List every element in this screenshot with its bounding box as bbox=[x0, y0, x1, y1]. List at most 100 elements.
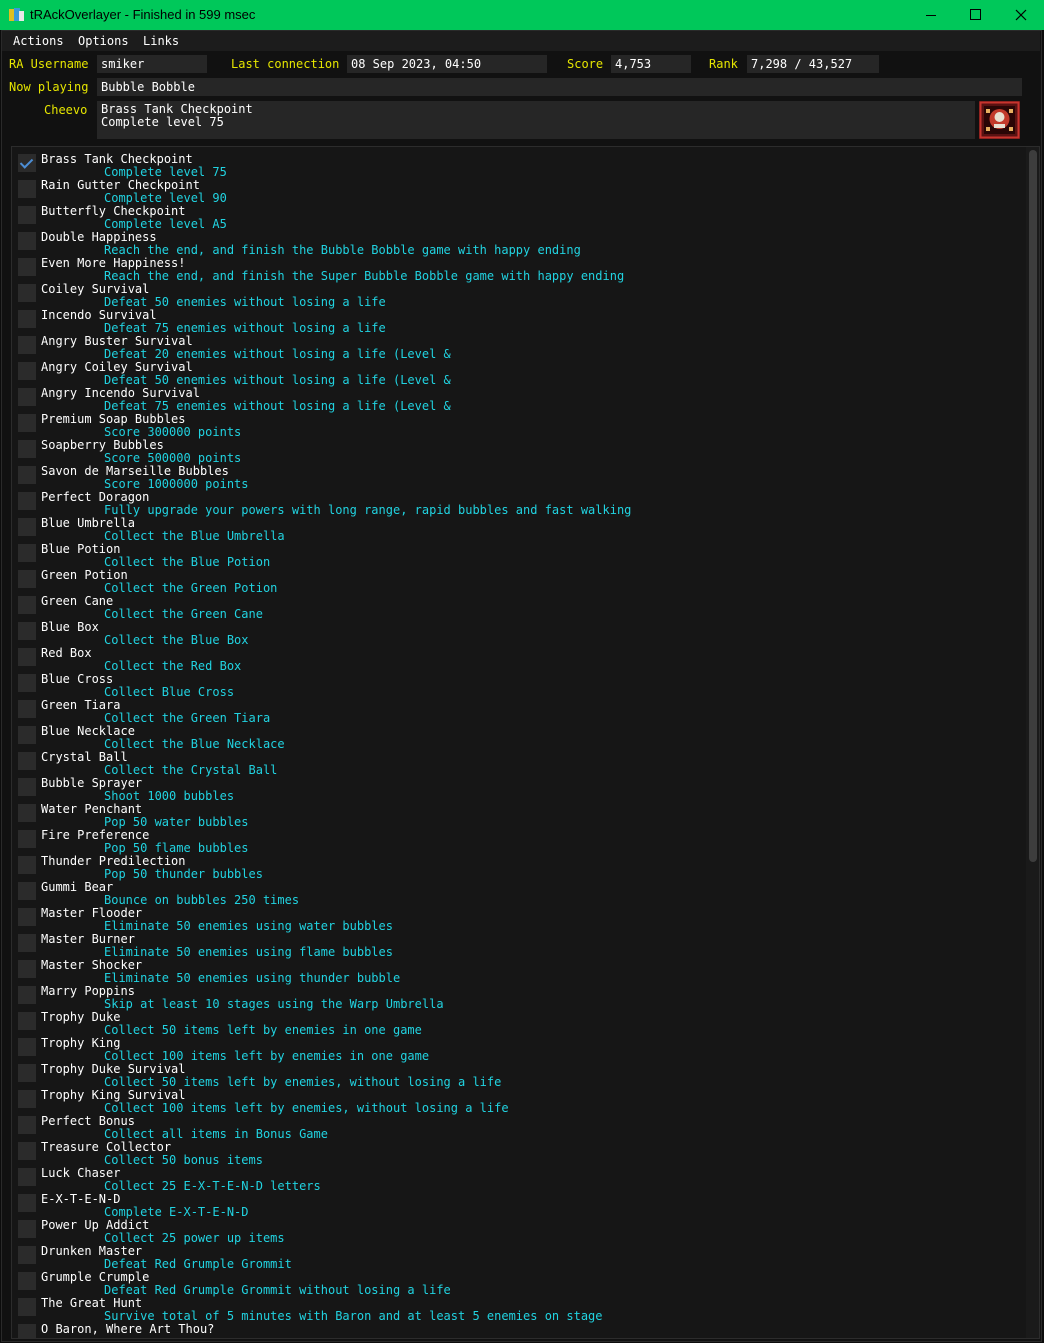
list-item[interactable]: Perfect Bonus Collect all items in Bonus … bbox=[12, 1113, 1022, 1141]
achievement-checkbox[interactable] bbox=[18, 882, 36, 900]
achievement-checkbox[interactable] bbox=[18, 1194, 36, 1212]
achievement-checkbox[interactable] bbox=[18, 934, 36, 952]
achievement-checkbox[interactable] bbox=[18, 388, 36, 406]
list-item[interactable]: Trophy Duke Survival Collect 50 items lef… bbox=[12, 1061, 1022, 1089]
achievement-checkbox[interactable] bbox=[18, 1038, 36, 1056]
list-item[interactable]: Treasure Collector Collect 50 bonus items bbox=[12, 1139, 1022, 1167]
list-item[interactable]: Crystal Ball Collect the Crystal Ball bbox=[12, 749, 1022, 777]
menu-actions[interactable]: Actions bbox=[13, 34, 64, 48]
achievement-checkbox[interactable] bbox=[18, 1246, 36, 1264]
list-item[interactable]: Trophy Duke Collect 50 items left by enem… bbox=[12, 1009, 1022, 1037]
title-bar[interactable]: tRAckOverlayer - Finished in 599 msec bbox=[0, 0, 1044, 30]
achievement-checkbox[interactable] bbox=[18, 1272, 36, 1290]
now-playing-field[interactable]: Bubble Bobble bbox=[97, 78, 1022, 96]
list-item[interactable]: Gummi Bear Bounce on bubbles 250 times bbox=[12, 879, 1022, 907]
list-item[interactable]: Blue Umbrella Collect the Blue Umbrella bbox=[12, 515, 1022, 543]
list-item[interactable]: Power Up Addict Collect 25 power up items bbox=[12, 1217, 1022, 1245]
list-item[interactable]: Master Burner Eliminate 50 enemies using … bbox=[12, 931, 1022, 959]
achievement-checkbox[interactable] bbox=[18, 284, 36, 302]
maximize-button[interactable] bbox=[952, 0, 998, 30]
achievement-checkbox[interactable] bbox=[18, 180, 36, 198]
list-item[interactable]: O Baron, Where Art Thou? bbox=[12, 1321, 1022, 1338]
achievement-checkbox[interactable] bbox=[18, 700, 36, 718]
list-item[interactable]: Blue Box Collect the Blue Box bbox=[12, 619, 1022, 647]
list-item[interactable]: Master Shocker Eliminate 50 enemies using… bbox=[12, 957, 1022, 985]
list-item[interactable]: Soapberry Bubbles Score 500000 points bbox=[12, 437, 1022, 465]
list-item[interactable]: Marry Poppins Skip at least 10 stages usi… bbox=[12, 983, 1022, 1011]
cheevo-box[interactable]: Brass Tank Checkpoint Complete level 75 bbox=[97, 101, 975, 139]
rank-field[interactable]: 7,298 / 43,527 bbox=[747, 55, 879, 73]
list-item[interactable]: E-X-T-E-N-D Complete E-X-T-E-N-D bbox=[12, 1191, 1022, 1219]
list-item[interactable]: Water Penchant Pop 50 water bubbles bbox=[12, 801, 1022, 829]
achievement-checkbox[interactable] bbox=[18, 596, 36, 614]
list-item[interactable]: Angry Incendo Survival Defeat 75 enemies … bbox=[12, 385, 1022, 413]
list-item[interactable]: Green Tiara Collect the Green Tiara bbox=[12, 697, 1022, 725]
list-item[interactable]: Perfect Doragon Fully upgrade your powers… bbox=[12, 489, 1022, 517]
list-item[interactable]: Trophy King Collect 100 items left by ene… bbox=[12, 1035, 1022, 1063]
list-item[interactable]: Incendo Survival Defeat 75 enemies withou… bbox=[12, 307, 1022, 335]
achievement-checkbox[interactable] bbox=[18, 726, 36, 744]
list-item[interactable]: Drunken Master Defeat Red Grumple Grommit bbox=[12, 1243, 1022, 1271]
list-item[interactable]: Fire Preference Pop 50 flame bubbles bbox=[12, 827, 1022, 855]
list-item[interactable]: Angry Coiley Survival Defeat 50 enemies w… bbox=[12, 359, 1022, 387]
list-item[interactable]: Brass Tank Checkpoint Complete level 75 bbox=[12, 151, 1022, 179]
achievement-checkbox[interactable] bbox=[18, 154, 36, 172]
achievement-checkbox[interactable] bbox=[18, 570, 36, 588]
achievement-checkbox[interactable] bbox=[18, 804, 36, 822]
list-item[interactable]: Blue Cross Collect Blue Cross bbox=[12, 671, 1022, 699]
list-item[interactable]: Blue Potion Collect the Blue Potion bbox=[12, 541, 1022, 569]
achievement-checkbox[interactable] bbox=[18, 466, 36, 484]
list-item[interactable]: Double Happiness Reach the end, and finis… bbox=[12, 229, 1022, 257]
last-connection-field[interactable]: 08 Sep 2023, 04:50 bbox=[347, 55, 547, 73]
achievement-checkbox[interactable] bbox=[18, 414, 36, 432]
list-item[interactable]: Even More Happiness! Reach the end, and f… bbox=[12, 255, 1022, 283]
achievement-checkbox[interactable] bbox=[18, 1090, 36, 1108]
list-item[interactable]: Bubble Sprayer Shoot 1000 bubbles bbox=[12, 775, 1022, 803]
achievement-checkbox[interactable] bbox=[18, 986, 36, 1004]
list-item[interactable]: Grumple Crumple Defeat Red Grumple Grommi… bbox=[12, 1269, 1022, 1297]
achievement-checkbox[interactable] bbox=[18, 1142, 36, 1160]
list-item[interactable]: Trophy King Survival Collect 100 items le… bbox=[12, 1087, 1022, 1115]
list-item[interactable]: Red Box Collect the Red Box bbox=[12, 645, 1022, 673]
achievement-checkbox[interactable] bbox=[18, 440, 36, 458]
menu-options[interactable]: Options bbox=[78, 34, 129, 48]
username-field[interactable]: smiker bbox=[97, 55, 207, 73]
list-item[interactable]: Coiley Survival Defeat 50 enemies without… bbox=[12, 281, 1022, 309]
list-item[interactable]: Rain Gutter Checkpoint Complete level 90 bbox=[12, 177, 1022, 205]
achievement-checkbox[interactable] bbox=[18, 752, 36, 770]
achievement-checkbox[interactable] bbox=[18, 1064, 36, 1082]
achievement-list[interactable]: Brass Tank Checkpoint Complete level 75 Ra… bbox=[11, 146, 1040, 1339]
list-scrollbar-thumb[interactable] bbox=[1029, 150, 1037, 862]
list-item[interactable]: Luck Chaser Collect 25 E-X-T-E-N-D letter… bbox=[12, 1165, 1022, 1193]
achievement-checkbox[interactable] bbox=[18, 908, 36, 926]
achievement-checkbox[interactable] bbox=[18, 232, 36, 250]
list-item[interactable]: Green Potion Collect the Green Potion bbox=[12, 567, 1022, 595]
achievement-checkbox[interactable] bbox=[18, 622, 36, 640]
achievement-checkbox[interactable] bbox=[18, 258, 36, 276]
achievement-checkbox[interactable] bbox=[18, 518, 36, 536]
achievement-checkbox[interactable] bbox=[18, 856, 36, 874]
achievement-checkbox[interactable] bbox=[18, 362, 36, 380]
achievement-checkbox[interactable] bbox=[18, 674, 36, 692]
list-item[interactable]: The Great Hunt Survive total of 5 minutes… bbox=[12, 1295, 1022, 1323]
list-item[interactable]: Premium Soap Bubbles Score 300000 points bbox=[12, 411, 1022, 439]
list-item[interactable]: Thunder Predilection Pop 50 thunder bubbl… bbox=[12, 853, 1022, 881]
list-item[interactable]: Butterfly Checkpoint Complete level A5 bbox=[12, 203, 1022, 231]
list-item[interactable]: Angry Buster Survival Defeat 20 enemies w… bbox=[12, 333, 1022, 361]
list-item[interactable]: Master Flooder Eliminate 50 enemies using… bbox=[12, 905, 1022, 933]
achievement-checkbox[interactable] bbox=[18, 544, 36, 562]
achievement-checkbox[interactable] bbox=[18, 830, 36, 848]
list-item[interactable]: Blue Necklace Collect the Blue Necklace bbox=[12, 723, 1022, 751]
achievement-checkbox[interactable] bbox=[18, 778, 36, 796]
achievement-checkbox[interactable] bbox=[18, 492, 36, 510]
achievement-checkbox[interactable] bbox=[18, 310, 36, 328]
achievement-checkbox[interactable] bbox=[18, 1116, 36, 1134]
achievement-checkbox[interactable] bbox=[18, 648, 36, 666]
achievement-checkbox[interactable] bbox=[18, 1220, 36, 1238]
achievement-checkbox[interactable] bbox=[18, 1324, 36, 1338]
achievement-checkbox[interactable] bbox=[18, 1168, 36, 1186]
achievement-checkbox[interactable] bbox=[18, 1298, 36, 1316]
minimize-button[interactable] bbox=[908, 0, 954, 30]
achievement-checkbox[interactable] bbox=[18, 206, 36, 224]
menu-links[interactable]: Links bbox=[143, 34, 179, 48]
